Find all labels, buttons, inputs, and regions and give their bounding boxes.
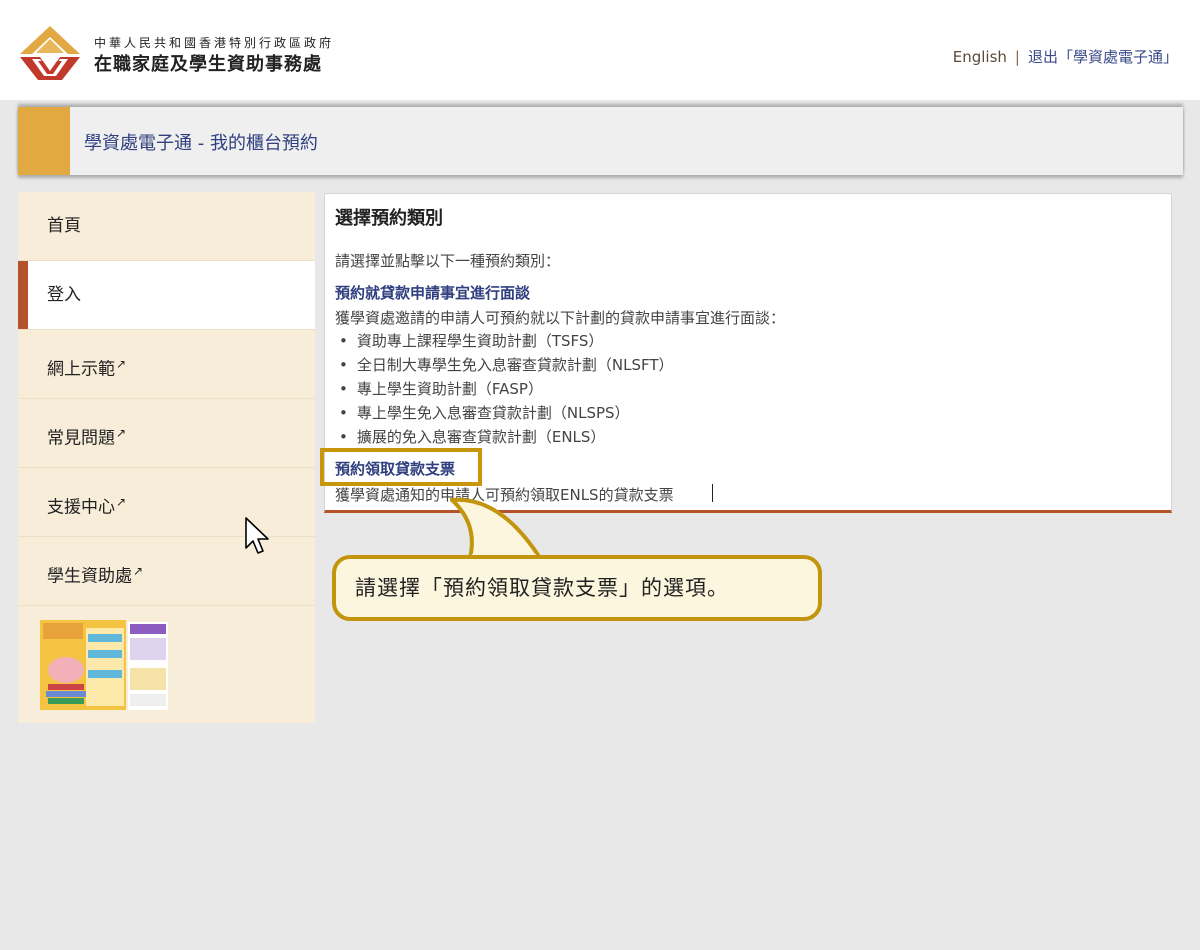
loan-info-leaflet-image[interactable] — [40, 620, 168, 710]
sidebar-item-label: 常見問題 — [47, 428, 115, 449]
sidebar-item-support-centre[interactable]: 支援中心↗ — [18, 468, 315, 537]
list-item: 全日制大專學生免入息審查貸款計劃（NLSFT） — [335, 353, 674, 377]
sidebar-item-label: 登入 — [47, 285, 81, 305]
sidebar-item-login[interactable]: 登入 — [18, 261, 315, 330]
sidebar-item-label: 網上示範 — [47, 359, 115, 380]
external-link-icon: ↗ — [116, 495, 127, 509]
text-caret — [712, 484, 713, 502]
title-accent-block — [18, 107, 70, 175]
loan-interview-link[interactable]: 預約就貸款申請事宜進行面談 — [335, 282, 530, 303]
callout-text: 請選擇「預約領取貸款支票」的選項。 — [355, 576, 729, 600]
page-titlebar: 學資處電子通 - 我的櫃台預約 — [18, 107, 1183, 175]
sidebar-item-label: 首頁 — [47, 216, 81, 236]
list-item: 資助專上課程學生資助計劃（TSFS） — [335, 329, 674, 353]
english-link[interactable]: English — [953, 48, 1007, 66]
instruction-text: 請選擇並點擊以下一種預約類別： — [335, 252, 561, 270]
sidebar-item-label: 學生資助處 — [47, 566, 132, 587]
sidebar-item-online-demo[interactable]: 網上示範↗ — [18, 330, 315, 399]
sidebar-nav: 首頁 登入 網上示範↗ 常見問題↗ 支援中心↗ 學生資助處↗ — [18, 192, 315, 723]
scheme-list: 資助專上課程學生資助計劃（TSFS） 全日制大專學生免入息審查貸款計劃（NLSF… — [335, 329, 674, 449]
external-link-icon: ↗ — [133, 564, 144, 578]
cheque-option-highlight — [320, 448, 482, 486]
external-link-icon: ↗ — [116, 426, 127, 440]
sidebar-item-label: 支援中心 — [47, 497, 115, 518]
logout-link[interactable]: 退出「學資處電子通」 — [1028, 48, 1178, 66]
top-links: English | 退出「學資處電子通」 — [953, 46, 1178, 67]
external-link-icon: ↗ — [116, 357, 127, 371]
org-name-line2: 在職家庭及學生資助事務處 — [94, 54, 322, 75]
sidebar-item-sfo[interactable]: 學生資助處↗ — [18, 537, 315, 606]
list-item: 專上學生免入息審查貸款計劃（NLSPS） — [335, 401, 674, 425]
list-item: 擴展的免入息審查貸款計劃（ENLS） — [335, 425, 674, 449]
sidebar-item-home[interactable]: 首頁 — [18, 192, 315, 261]
org-name-line1: 中華人民共和國香港特別行政區政府 — [94, 36, 335, 50]
mouse-pointer-icon — [245, 517, 269, 554]
link-separator: | — [1014, 48, 1020, 66]
list-item: 專上學生資助計劃（FASP） — [335, 377, 674, 401]
loan-interview-description: 獲學資處邀請的申請人可預約就以下計劃的貸款申請事宜進行面談： — [335, 309, 786, 327]
site-header: 中華人民共和國香港特別行政區政府 在職家庭及學生資助事務處 English | 退出… — [0, 0, 1200, 100]
wfsfaa-logo-icon — [20, 26, 80, 80]
callout-tail — [450, 497, 544, 562]
panel-heading: 選擇預約類別 — [335, 208, 443, 229]
sidebar-item-faq[interactable]: 常見問題↗ — [18, 399, 315, 468]
page-title: 學資處電子通 - 我的櫃台預約 — [84, 133, 318, 154]
